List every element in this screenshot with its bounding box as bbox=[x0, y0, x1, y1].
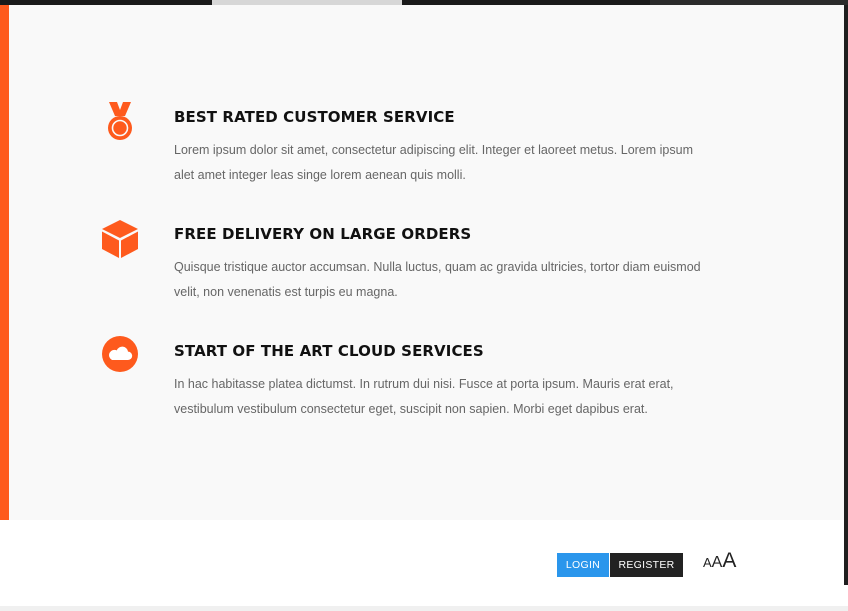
accent-bar bbox=[0, 5, 9, 520]
footer-bar: LOGIN REGISTER A A A bbox=[0, 520, 844, 606]
font-size-medium-button[interactable]: A bbox=[712, 555, 723, 571]
font-size-controls: A A A bbox=[703, 550, 736, 571]
font-size-large-button[interactable]: A bbox=[722, 550, 736, 571]
feature-title: BEST RATED CUSTOMER SERVICE bbox=[174, 108, 455, 126]
feature-description: Quisque tristique auctor accumsan. Nulla… bbox=[174, 260, 701, 299]
font-size-small-button[interactable]: A bbox=[703, 556, 712, 569]
login-button[interactable]: LOGIN bbox=[557, 553, 609, 577]
features-panel: BEST RATED CUSTOMER SERVICE Lorem ipsum … bbox=[0, 5, 844, 520]
bottom-divider bbox=[0, 606, 848, 611]
right-edge-shadow bbox=[844, 5, 848, 585]
feature-title: FREE DELIVERY ON LARGE ORDERS bbox=[174, 225, 472, 243]
register-button[interactable]: REGISTER bbox=[610, 553, 683, 577]
medal-icon bbox=[96, 98, 144, 146]
feature-description: In hac habitasse platea dictumst. In rut… bbox=[174, 377, 674, 416]
feature-title: START OF THE ART CLOUD SERVICES bbox=[174, 342, 484, 360]
cloud-icon bbox=[96, 330, 144, 378]
cube-icon bbox=[96, 215, 144, 263]
feature-description: Lorem ipsum dolor sit amet, consectetur … bbox=[174, 143, 693, 182]
